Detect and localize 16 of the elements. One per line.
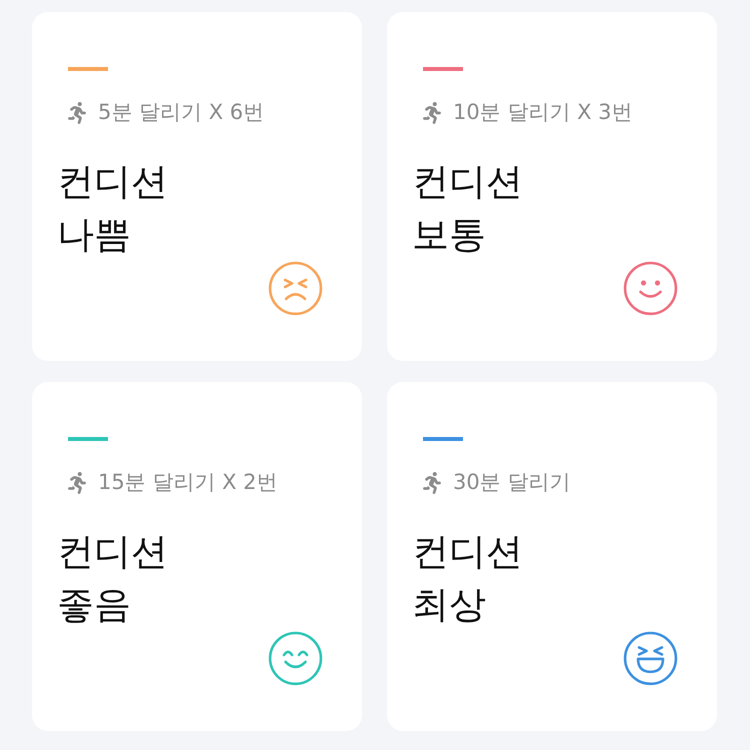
runner-icon	[421, 102, 443, 124]
smile-face-icon	[623, 261, 678, 316]
laugh-face-icon	[623, 631, 678, 686]
happy-face-icon	[268, 631, 323, 686]
workout-subtitle: 15분 달리기 X 2번	[98, 470, 278, 496]
workout-subtitle: 10분 달리기 X 3번	[453, 100, 632, 126]
runner-icon	[66, 102, 88, 124]
condition-title: 컨디션 최상	[412, 529, 523, 628]
condition-title: 컨디션 나쁨	[57, 159, 168, 258]
workout-subtitle: 5분 달리기 X 6번	[98, 100, 264, 126]
runner-icon	[421, 472, 443, 494]
condition-title: 컨디션 보통	[412, 159, 523, 258]
runner-icon	[66, 472, 88, 494]
condition-title: 컨디션 좋음	[57, 529, 168, 628]
workout-subtitle: 30분 달리기	[453, 470, 570, 496]
upset-face-icon	[268, 261, 323, 316]
